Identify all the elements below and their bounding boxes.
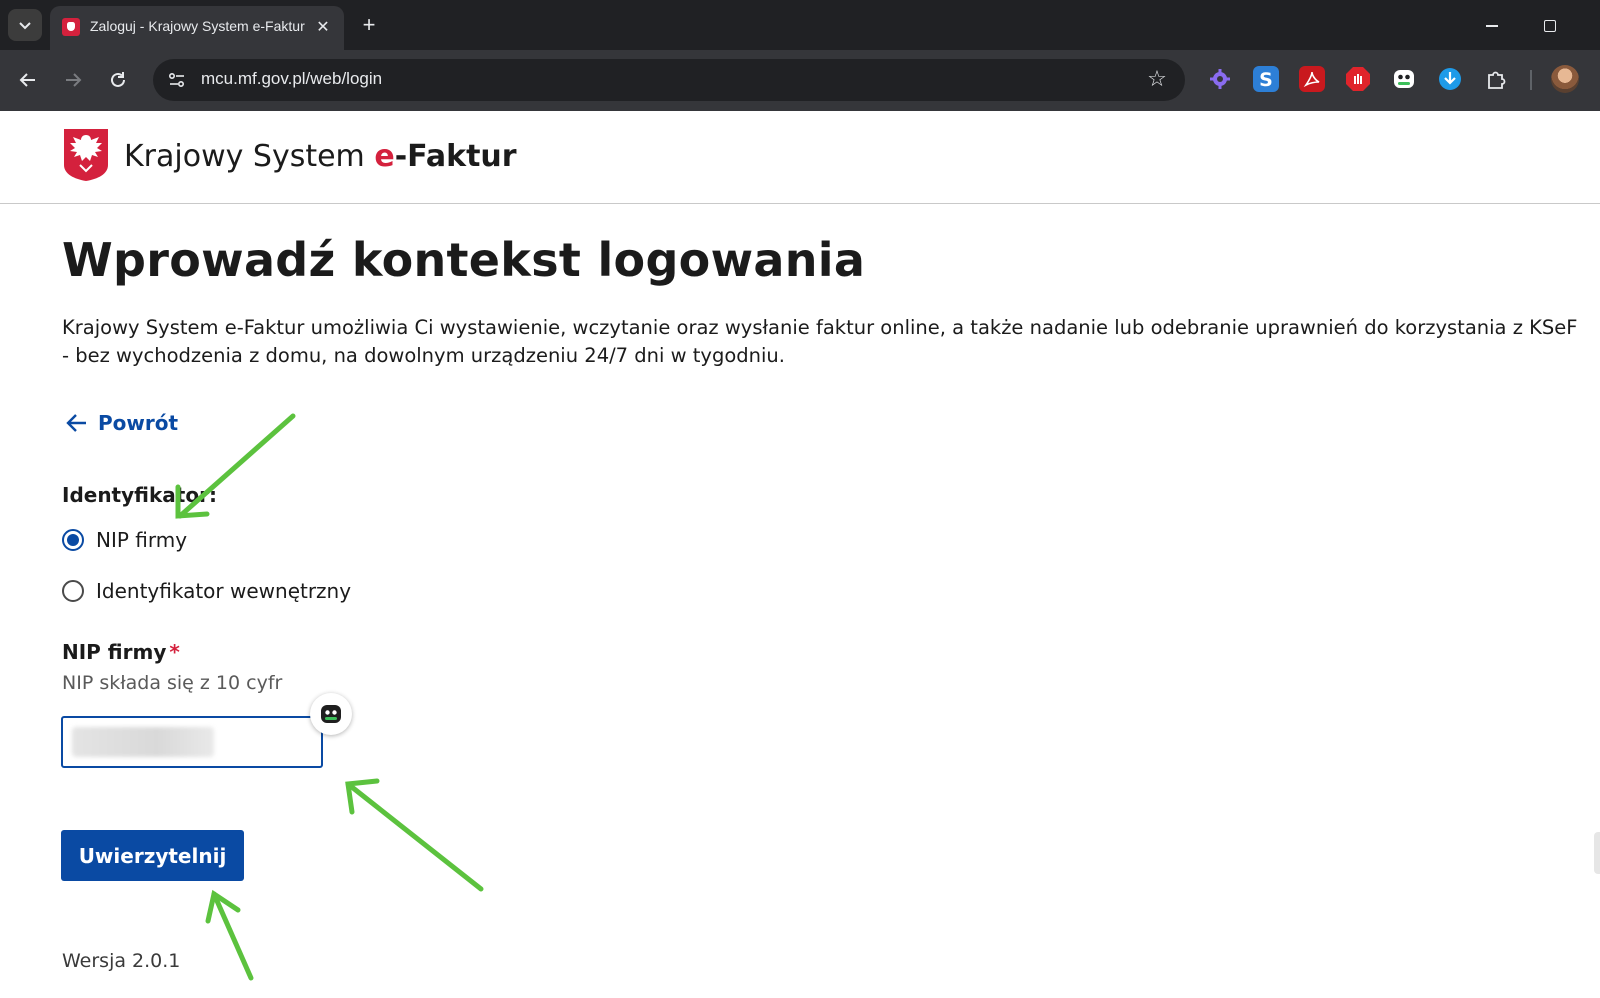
puzzle-gear-extension-icon[interactable] [1207, 66, 1233, 92]
radio-label-internal: Identyfikator wewnętrzny [96, 579, 352, 603]
intro-text: Krajowy System e-Faktur umożliwia Ci wys… [62, 316, 1578, 367]
back-link-label: Powrót [98, 411, 179, 435]
tab-search-button[interactable] [8, 9, 42, 41]
emblem-favicon-icon [62, 18, 80, 36]
new-tab-button[interactable]: + [356, 12, 382, 38]
radio-button-unchecked[interactable] [62, 580, 84, 602]
reload-icon [111, 72, 125, 87]
authenticate-button[interactable]: Uwierzytelnij [61, 830, 244, 881]
radio-nip-firmy[interactable]: NIP firmy [62, 528, 187, 552]
profile-avatar[interactable] [1551, 65, 1579, 93]
arrow-right-icon [66, 73, 82, 87]
version-label: Wersja 2.0.1 [62, 950, 181, 972]
redacted-value-blur [72, 727, 214, 757]
password-manager-icon[interactable] [1391, 66, 1417, 92]
radio-label-nip: NIP firmy [96, 528, 188, 552]
arrow-head-submit [205, 889, 241, 924]
password-manager-icon [321, 705, 341, 723]
close-icon[interactable]: ✕ [312, 16, 334, 38]
nip-field-label: NIP firmy * [62, 640, 180, 664]
maximize-window-button[interactable] [1536, 12, 1564, 40]
s-extension-icon[interactable]: S [1253, 66, 1279, 92]
adblock-hand-icon[interactable] [1345, 66, 1371, 92]
browser-toolbar: mcu.mf.gov.pl/web/login ☆ S [0, 50, 1600, 111]
arrow-head-nip-input [345, 778, 380, 815]
required-asterisk: * [169, 640, 180, 664]
chevron-down-icon [19, 22, 31, 30]
site-info-icon[interactable] [167, 70, 187, 90]
arrow-left-icon [19, 73, 35, 87]
back-nav-button[interactable] [12, 64, 44, 96]
svg-text:S: S [1259, 69, 1273, 91]
identifier-group-label: Identyfikator: [62, 483, 217, 507]
browser-tab[interactable]: Zaloguj - Krajowy System e-Faktur ✕ [50, 6, 344, 50]
arrow-left-icon [66, 414, 86, 432]
radio-button-checked[interactable] [62, 529, 84, 551]
nip-field-hint: NIP składa się z 10 cyfr [62, 672, 283, 694]
site-title-e: e [374, 139, 395, 174]
polish-eagle-emblem-icon [64, 129, 108, 181]
forward-nav-button[interactable] [57, 64, 89, 96]
address-bar[interactable]: mcu.mf.gov.pl/web/login ☆ [153, 59, 1185, 101]
page-title: Wprowadź kontekst logowania [62, 233, 866, 287]
minimize-window-button[interactable] [1478, 12, 1506, 40]
back-link[interactable]: Powrót [66, 411, 178, 435]
site-title-prefix: Krajowy System [124, 139, 365, 174]
nip-field-label-text: NIP firmy [62, 640, 167, 664]
side-feedback-tab[interactable] [1594, 832, 1600, 874]
download-extension-icon[interactable] [1437, 66, 1463, 92]
bookmark-star-icon[interactable]: ☆ [1145, 68, 1169, 92]
radio-internal-identifier[interactable]: Identyfikator wewnętrzny [62, 579, 351, 603]
arrow-to-nip-input [345, 781, 484, 892]
reload-button[interactable] [102, 64, 134, 96]
site-title: Krajowy System e-Faktur [124, 139, 517, 174]
pdf-extension-icon[interactable] [1299, 66, 1325, 92]
browser-tab-bar: Zaloguj - Krajowy System e-Faktur ✕ + [0, 0, 1600, 50]
site-title-suffix: -Faktur [394, 139, 517, 174]
extensions-puzzle-icon[interactable] [1483, 66, 1509, 92]
toolbar-separator [1530, 70, 1532, 90]
password-manager-autofill-button[interactable] [310, 693, 352, 735]
arrow-to-submit [211, 891, 254, 981]
site-header: Krajowy System e-Faktur [0, 111, 1600, 204]
url-text[interactable]: mcu.mf.gov.pl/web/login [201, 69, 382, 89]
tab-title: Zaloguj - Krajowy System e-Faktur [90, 18, 305, 34]
